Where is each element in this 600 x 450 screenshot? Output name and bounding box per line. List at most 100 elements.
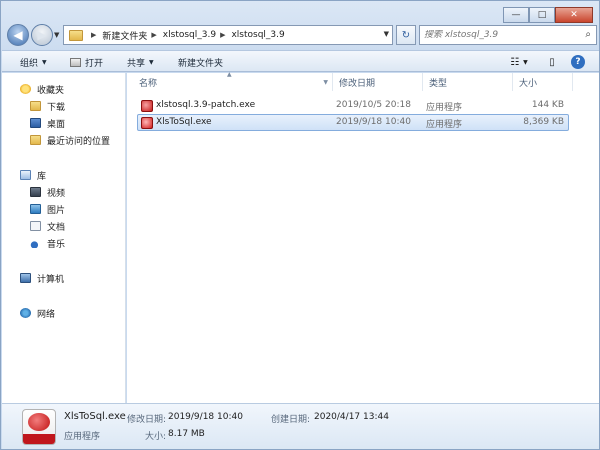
column-header-label: 类型 (429, 78, 448, 89)
folder-icon (69, 29, 83, 41)
open-button[interactable]: 打开 (70, 55, 103, 69)
sidebar-item-label: 计算机 (37, 274, 65, 285)
open-label: 打开 (85, 58, 104, 69)
sidebar-item-label: 视频 (47, 188, 66, 199)
organize-button[interactable]: 组织 ▼ (20, 55, 47, 69)
close-button[interactable]: ✕ (555, 7, 593, 23)
sidebar-item-music[interactable]: 音乐 (30, 235, 65, 251)
search-input[interactable] (424, 30, 574, 40)
sidebar-item-computer[interactable]: 计算机 (20, 270, 64, 286)
back-button[interactable]: ◀ (7, 24, 29, 46)
file-name: xlstosql.3.9-patch.exe (156, 100, 256, 110)
recent-pages-dropdown[interactable]: ▼ (54, 31, 59, 39)
minimize-button[interactable]: — (503, 7, 529, 23)
column-header-label: 名称 (139, 78, 158, 89)
breadcrumb-separator-icon[interactable]: ▶ (151, 31, 156, 39)
file-size: 144 KB (531, 100, 564, 110)
new-folder-button[interactable]: 新建文件夹 (178, 55, 223, 69)
sidebar-item-label: 库 (37, 171, 47, 182)
sidebar-item-pictures[interactable]: 图片 (30, 201, 65, 217)
refresh-button[interactable]: ↻ (396, 25, 416, 45)
documents-icon (30, 221, 41, 231)
file-type: 应用程序 (426, 103, 463, 113)
address-bar[interactable]: ▶ 新建文件夹 ▶ xlstosql_3.9 ▶ xlstosql_3.9 ▼ (63, 25, 393, 45)
forward-arrow-icon: ▶ (37, 28, 47, 42)
view-options-icon: ☷ (510, 56, 520, 68)
explorer-window: — □ ✕ ◀ ▶ ▼ ▶ 新建文件夹 ▶ xlstosql_3.9 ▶ xls… (0, 0, 600, 450)
preview-pane-icon: ▯ (549, 56, 555, 68)
breadcrumb-item[interactable]: 新建文件夹 (102, 29, 147, 42)
sidebar-item-label: 桌面 (47, 119, 66, 130)
column-header-size[interactable]: 大小 (513, 73, 573, 91)
navigation-pane: 收藏夹 下载 桌面 最近访问的位置 库 视频 图片 文档 音乐 计算机 网络 (2, 73, 126, 403)
column-header-label: 修改日期 (339, 78, 376, 89)
breadcrumb-separator-icon[interactable]: ▶ (220, 31, 225, 39)
address-history-dropdown[interactable]: ▼ (384, 30, 389, 38)
desktop-icon (30, 118, 41, 128)
recent-places-icon (30, 135, 41, 145)
star-icon (20, 84, 31, 94)
sidebar-item-network[interactable]: 网络 (20, 305, 55, 321)
sidebar-item-label: 音乐 (47, 239, 66, 250)
sidebar-item-videos[interactable]: 视频 (30, 184, 65, 200)
sidebar-item-label: 文档 (47, 222, 66, 233)
search-icon[interactable]: ⌕ (585, 29, 591, 40)
column-header-label: 大小 (519, 78, 538, 89)
sidebar-item-label: 下载 (47, 102, 66, 113)
pictures-icon (30, 204, 41, 214)
file-size: 8,369 KB (523, 117, 564, 127)
details-file-name: XlsToSql.exe (64, 411, 126, 422)
app-logo-icon (28, 413, 50, 431)
column-header-date[interactable]: 修改日期 (333, 73, 423, 91)
details-created-value: 2020/4/17 13:44 (314, 412, 389, 422)
column-header-type[interactable]: 类型 (423, 73, 513, 91)
column-header-name[interactable]: 名称 ▼ (133, 73, 333, 91)
help-icon: ? (575, 57, 581, 67)
command-bar: 组织 ▼ 打开 共享 ▼ 新建文件夹 ☷ ▼ ▯ ? (2, 50, 599, 72)
file-list-pane: ▲ 名称 ▼ 修改日期 类型 大小 xlstosql.3.9-patch.exe… (127, 71, 599, 403)
chevron-down-icon: ▼ (523, 58, 528, 66)
share-label: 共享 (127, 58, 146, 69)
maximize-button[interactable]: □ (529, 7, 555, 23)
sidebar-item-label: 网络 (37, 309, 56, 320)
libraries-icon (20, 170, 31, 180)
xlstosql-app-icon (22, 409, 56, 445)
sidebar-item-libraries[interactable]: 库 (20, 167, 46, 183)
sidebar-item-desktop[interactable]: 桌面 (30, 115, 65, 131)
sidebar-item-recent-places[interactable]: 最近访问的位置 (30, 132, 110, 148)
video-icon (30, 187, 41, 197)
share-button[interactable]: 共享 ▼ (127, 55, 154, 69)
organize-label: 组织 (20, 58, 39, 69)
sidebar-item-downloads[interactable]: 下载 (30, 98, 65, 114)
table-row[interactable]: XlsToSql.exe 2019/9/18 10:40 应用程序 8,369 … (137, 114, 569, 131)
details-file-type: 应用程序 (64, 432, 101, 442)
file-type: 应用程序 (426, 120, 463, 130)
open-app-icon (70, 57, 81, 67)
network-icon (20, 308, 31, 318)
computer-icon (20, 273, 31, 283)
table-row[interactable]: xlstosql.3.9-patch.exe 2019/10/5 20:18 应… (137, 97, 569, 114)
preview-pane-button[interactable]: ▯ (545, 55, 559, 69)
details-size-value: 8.17 MB (168, 429, 205, 439)
music-icon (30, 238, 41, 248)
breadcrumb-item[interactable]: xlstosql_3.9 (163, 30, 216, 40)
new-folder-label: 新建文件夹 (178, 58, 224, 69)
chevron-down-icon: ▼ (42, 58, 47, 66)
help-button[interactable]: ? (571, 55, 585, 69)
file-name: XlsToSql.exe (156, 117, 212, 127)
xlstosql-app-icon (141, 117, 153, 129)
details-pane: XlsToSql.exe 应用程序 修改日期: 2019/9/18 10:40 … (2, 403, 599, 449)
details-modified-value: 2019/9/18 10:40 (168, 412, 243, 422)
app-logo-band (23, 434, 55, 444)
sidebar-item-label: 最近访问的位置 (47, 136, 111, 147)
forward-button[interactable]: ▶ (31, 24, 53, 46)
details-modified-label: 修改日期: (127, 415, 167, 425)
details-size-label: 大小: (145, 432, 167, 442)
view-options-button[interactable]: ☷ ▼ (505, 55, 533, 69)
sidebar-item-documents[interactable]: 文档 (30, 218, 65, 234)
sidebar-item-favorites[interactable]: 收藏夹 (20, 81, 64, 97)
breadcrumb: ▶ 新建文件夹 ▶ xlstosql_3.9 ▶ xlstosql_3.9 (87, 29, 285, 42)
breadcrumb-item[interactable]: xlstosql_3.9 (231, 30, 284, 40)
chevron-down-icon[interactable]: ▼ (323, 79, 328, 86)
breadcrumb-separator-icon[interactable]: ▶ (91, 31, 96, 39)
